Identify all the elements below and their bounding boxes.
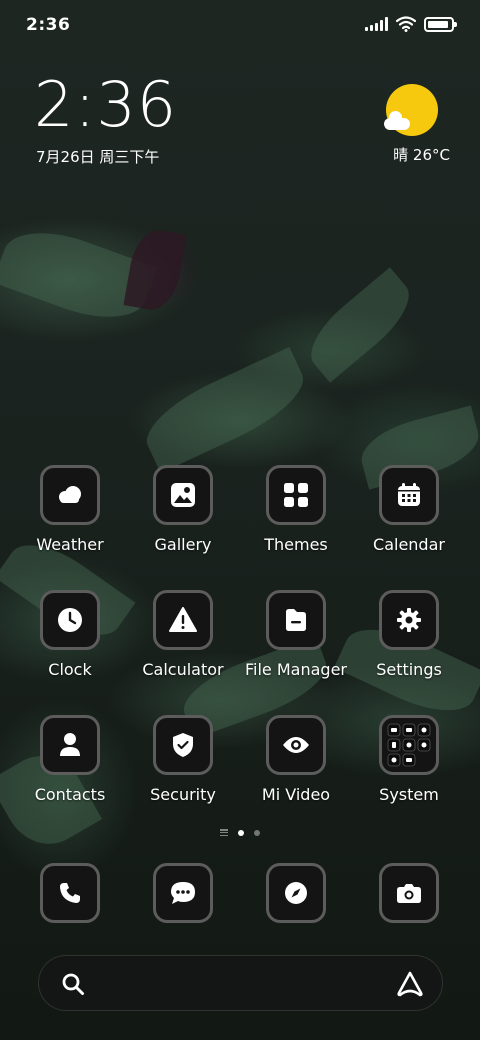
app-contacts[interactable]: Contacts bbox=[14, 715, 126, 804]
clock-widget-time[interactable]: 2:36 bbox=[34, 74, 177, 136]
app-label: Weather bbox=[36, 535, 104, 554]
status-icons bbox=[365, 16, 457, 32]
app-label: Gallery bbox=[154, 535, 212, 554]
app-label: System bbox=[379, 785, 439, 804]
app-mi-video[interactable]: Mi Video bbox=[240, 715, 352, 804]
app-vault-indicator[interactable] bbox=[220, 829, 228, 836]
dock-browser[interactable] bbox=[240, 863, 352, 923]
security-icon bbox=[173, 733, 193, 757]
search-icon[interactable] bbox=[61, 972, 85, 996]
app-label: Mi Video bbox=[261, 785, 331, 804]
page-indicator[interactable] bbox=[0, 829, 480, 836]
phone-icon bbox=[60, 883, 80, 903]
contacts-icon bbox=[60, 733, 80, 756]
app-calculator[interactable]: Calculator bbox=[127, 590, 239, 679]
app-label: Settings bbox=[376, 660, 442, 679]
app-themes[interactable]: Themes bbox=[240, 465, 352, 554]
mi-video-icon bbox=[283, 737, 309, 753]
app-label: Themes bbox=[264, 535, 328, 554]
app-weather[interactable]: Weather bbox=[14, 465, 126, 554]
app-file-manager[interactable]: File Manager bbox=[240, 590, 352, 679]
weather-widget[interactable]: 晴 26°C bbox=[370, 84, 450, 165]
camera-icon bbox=[397, 884, 421, 903]
page-dot-2[interactable] bbox=[254, 829, 260, 836]
assistant-icon[interactable] bbox=[396, 971, 424, 997]
app-clock[interactable]: Clock bbox=[14, 590, 126, 679]
app-label: Clock bbox=[48, 660, 92, 679]
settings-icon bbox=[397, 608, 421, 632]
battery-icon bbox=[424, 16, 457, 32]
app-label: File Manager bbox=[245, 660, 347, 679]
app-gallery[interactable]: Gallery bbox=[127, 465, 239, 554]
signal-icon bbox=[365, 17, 388, 31]
themes-icon bbox=[284, 483, 308, 507]
weather-icon bbox=[59, 486, 81, 503]
dock-phone[interactable] bbox=[14, 863, 126, 923]
app-label: Calendar bbox=[373, 535, 445, 554]
app-label: Contacts bbox=[34, 785, 106, 804]
wifi-icon bbox=[396, 16, 416, 32]
calculator-icon bbox=[169, 607, 197, 632]
dock-messages[interactable] bbox=[127, 863, 239, 923]
page-dot-1[interactable] bbox=[238, 829, 244, 836]
app-label: Security bbox=[150, 785, 216, 804]
status-bar: 2:36 bbox=[0, 0, 480, 50]
sun-cloud-icon bbox=[384, 84, 438, 136]
browser-icon bbox=[285, 882, 307, 904]
clock-icon bbox=[58, 608, 82, 632]
file-manager-icon bbox=[286, 609, 306, 631]
app-label: Calculator bbox=[142, 660, 224, 679]
app-security[interactable]: Security bbox=[127, 715, 239, 804]
app-system-folder[interactable]: System bbox=[353, 715, 465, 804]
app-calendar[interactable]: Calendar bbox=[353, 465, 465, 554]
dock-camera[interactable] bbox=[353, 863, 465, 923]
app-settings[interactable]: Settings bbox=[353, 590, 465, 679]
system-folder-icon bbox=[387, 723, 431, 767]
status-time: 2:36 bbox=[26, 15, 71, 35]
calendar-icon bbox=[398, 483, 420, 506]
clock-widget-date[interactable]: 7月26日 周三下午 bbox=[36, 146, 159, 167]
weather-text: 晴 26°C bbox=[393, 146, 450, 164]
messages-icon bbox=[171, 882, 195, 904]
gallery-icon bbox=[171, 483, 195, 507]
search-bar[interactable] bbox=[38, 955, 443, 1011]
